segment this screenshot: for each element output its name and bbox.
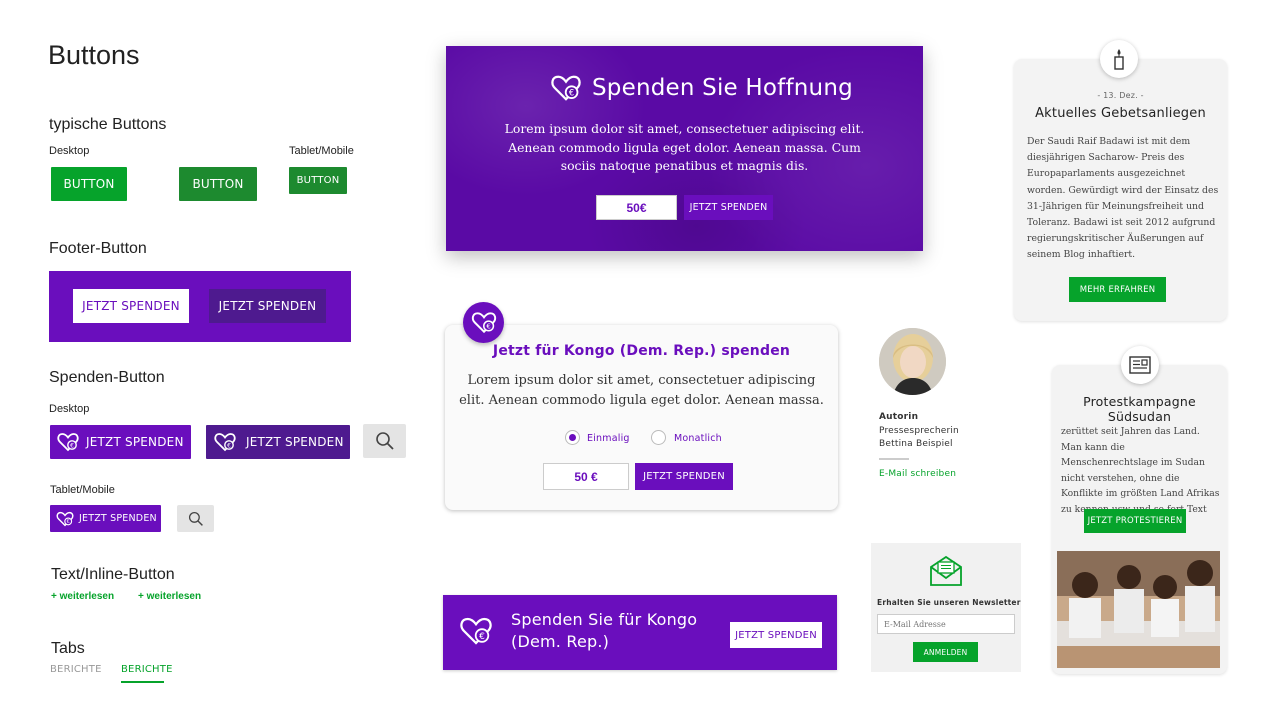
hero-title: Spenden Sie Hoffnung bbox=[592, 75, 853, 101]
read-more-link[interactable]: + weiterlesen bbox=[51, 591, 114, 602]
heart-euro-icon: € bbox=[57, 432, 79, 452]
tab-berichte-active[interactable]: BERICHTE bbox=[121, 664, 173, 675]
bottom-donate-banner: € Spenden Sie für Kongo (Dem. Rep.) JETZ… bbox=[443, 595, 837, 670]
typical-buttons-heading: typische Buttons bbox=[49, 116, 167, 133]
desktop-label: Desktop bbox=[49, 145, 90, 157]
tab-berichte-inactive[interactable]: BERICHTE bbox=[50, 664, 102, 675]
donate-button-desktop[interactable]: € JETZT SPENDEN bbox=[50, 425, 191, 459]
protest-body: zerüttet seit Jahren das Land. Man kann … bbox=[1061, 426, 1220, 515]
newsletter-box: Erhalten Sie unseren Newsletter ANMELDEN bbox=[871, 543, 1021, 672]
envelope-icon bbox=[928, 553, 964, 587]
svg-text:€: € bbox=[227, 442, 231, 449]
svg-text:€: € bbox=[70, 442, 74, 449]
bottom-banner-title-line1: Spenden Sie für Kongo bbox=[511, 610, 698, 629]
search-icon bbox=[375, 431, 395, 451]
protest-photo bbox=[1057, 551, 1220, 668]
heart-euro-icon: € bbox=[459, 616, 493, 646]
author-name: Bettina Beispiel bbox=[879, 439, 953, 449]
donation-card-title: Jetzt für Kongo (Dem. Rep.) spenden bbox=[492, 343, 791, 359]
donate-button-label: JETZT SPENDEN bbox=[246, 435, 344, 449]
donate-tablet-label: Tablet/Mobile bbox=[50, 484, 115, 496]
search-button[interactable] bbox=[363, 424, 406, 458]
donate-button-mobile[interactable]: € JETZT SPENDEN bbox=[50, 505, 161, 532]
footer-donate-button-hover[interactable]: JETZT SPENDEN bbox=[209, 289, 326, 323]
donate-button-label: JETZT SPENDEN bbox=[79, 513, 157, 524]
prayer-more-button[interactable]: MEHR ERFAHREN bbox=[1069, 277, 1166, 302]
prayer-date: - 13. Dez. - bbox=[1097, 91, 1144, 100]
radio-once[interactable] bbox=[565, 430, 580, 445]
tabs-heading: Tabs bbox=[51, 640, 85, 657]
button-hover[interactable]: BUTTON bbox=[179, 167, 257, 201]
svg-text:€: € bbox=[569, 87, 574, 97]
radio-monthly-label: Monatlich bbox=[674, 433, 722, 444]
prayer-card: - 13. Dez. - Aktuelles Gebetsanliegen De… bbox=[1014, 59, 1227, 321]
tab-active-underline bbox=[121, 681, 164, 683]
svg-text:€: € bbox=[486, 323, 490, 331]
donate-button-heading: Spenden-Button bbox=[49, 369, 165, 386]
inline-button-heading: Text/Inline-Button bbox=[51, 566, 175, 583]
footer-donate-button[interactable]: JETZT SPENDEN bbox=[73, 289, 189, 323]
newspaper-icon bbox=[1129, 356, 1151, 374]
author-label: Autorin bbox=[879, 412, 919, 422]
radio-monthly[interactable] bbox=[651, 430, 666, 445]
heart-euro-icon: € bbox=[56, 511, 74, 527]
bottom-banner-title: Spenden Sie für Kongo (Dem. Rep.) bbox=[511, 609, 697, 653]
radio-once-dot bbox=[569, 434, 576, 441]
page-title: Buttons bbox=[48, 40, 140, 70]
hero-donate-button[interactable]: JETZT SPENDEN bbox=[684, 195, 773, 220]
protest-card: Protestkampagne Südsudan zerüttet seit J… bbox=[1052, 365, 1227, 674]
author-divider bbox=[879, 458, 909, 460]
candle-icon bbox=[1112, 48, 1126, 70]
prayer-body: Der Saudi Raif Badawi ist mit dem diesjä… bbox=[1027, 136, 1219, 261]
heart-euro-icon: € bbox=[214, 432, 236, 452]
protest-icon-circle bbox=[1121, 346, 1159, 384]
search-icon bbox=[188, 511, 204, 527]
button-mobile[interactable]: BUTTON bbox=[289, 167, 347, 194]
donation-donate-button[interactable]: JETZT SPENDEN bbox=[635, 463, 733, 490]
donation-card-body: Lorem ipsum dolor sit amet, consectetuer… bbox=[459, 373, 824, 408]
donate-button-label: JETZT SPENDEN bbox=[86, 435, 184, 449]
donation-amount-input[interactable]: 50 € bbox=[543, 463, 629, 490]
prayer-title: Aktuelles Gebetsanliegen bbox=[1035, 106, 1206, 121]
protest-button[interactable]: JETZT PROTESTIEREN bbox=[1084, 509, 1186, 533]
svg-text:€: € bbox=[67, 519, 70, 525]
button-primary[interactable]: BUTTON bbox=[51, 167, 127, 201]
footer-button-heading: Footer-Button bbox=[49, 240, 147, 257]
donate-desktop-label: Desktop bbox=[49, 403, 90, 415]
bottom-banner-title-line2: (Dem. Rep.) bbox=[511, 632, 610, 651]
read-more-link-hover[interactable]: + weiterlesen bbox=[138, 591, 201, 602]
hero-title-row: € Spenden Sie Hoffnung bbox=[550, 74, 853, 102]
bottom-banner-button[interactable]: JETZT SPENDEN bbox=[730, 622, 822, 648]
hero-banner: € Spenden Sie Hoffnung Lorem ipsum dolor… bbox=[446, 46, 923, 251]
hero-body: Lorem ipsum dolor sit amet, consectetuer… bbox=[504, 121, 865, 173]
hero-amount-input[interactable]: 50€ bbox=[596, 195, 677, 220]
prayer-icon-circle bbox=[1100, 40, 1138, 78]
protest-title: Protestkampagne Südsudan bbox=[1083, 394, 1196, 424]
newsletter-subscribe-button[interactable]: ANMELDEN bbox=[913, 642, 978, 662]
search-button-mobile[interactable] bbox=[177, 505, 214, 532]
donate-button-desktop-hover[interactable]: € JETZT SPENDEN bbox=[206, 425, 350, 459]
newsletter-label: Erhalten Sie unseren Newsletter bbox=[877, 598, 1021, 607]
author-role: Pressesprecherin bbox=[879, 426, 959, 436]
newsletter-email-input[interactable] bbox=[877, 614, 1015, 634]
radio-once-label: Einmalig bbox=[587, 433, 630, 444]
heart-euro-icon: € bbox=[550, 74, 582, 102]
author-email-link[interactable]: E-Mail schreiben bbox=[879, 469, 956, 479]
svg-text:€: € bbox=[479, 632, 485, 642]
tablet-label: Tablet/Mobile bbox=[289, 145, 354, 157]
author-avatar bbox=[879, 328, 946, 395]
heart-euro-icon: € bbox=[471, 311, 497, 334]
donation-card-badge: € bbox=[463, 302, 504, 343]
